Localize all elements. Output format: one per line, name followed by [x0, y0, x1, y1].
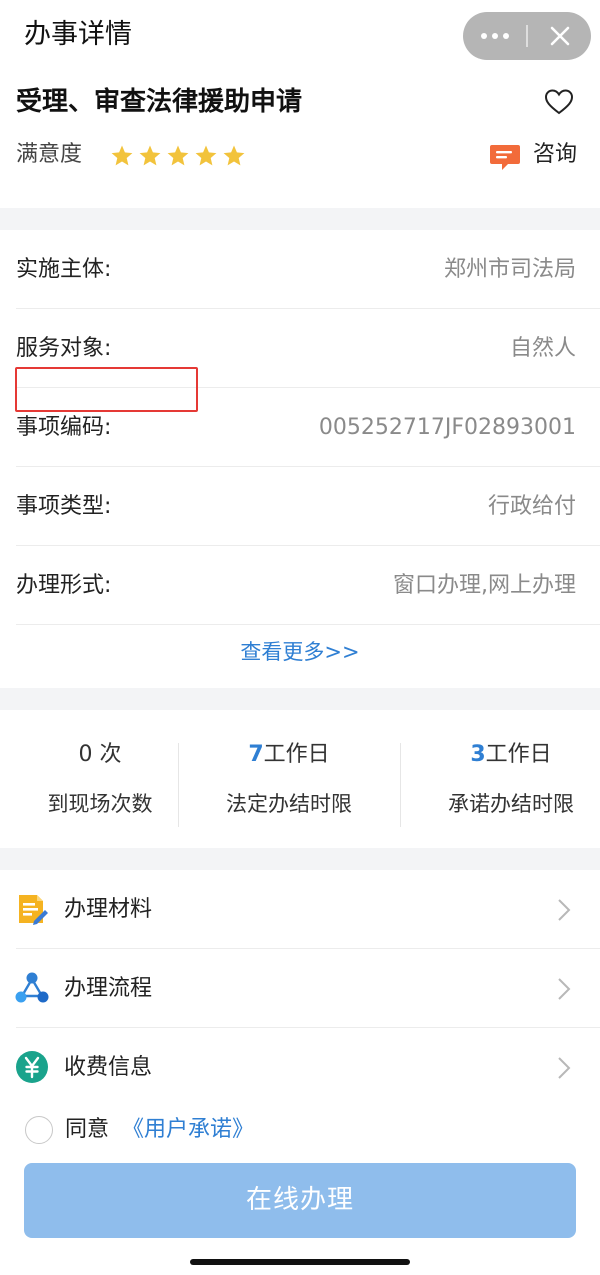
- info-value: 窗口办理,网上办理: [393, 573, 576, 598]
- chevron-right-icon: [558, 1057, 571, 1079]
- stat-desc: 法定办结时限: [226, 792, 352, 816]
- process-icon: [15, 971, 49, 1005]
- stat-desc: 到现场次数: [47, 792, 153, 816]
- stat-unit: 次: [92, 742, 122, 767]
- stat-legal-limit: 7工作日 法定办结时限: [189, 710, 389, 848]
- info-row-type: 事项类型: 行政给付: [0, 467, 600, 546]
- info-section: 实施主体: 郑州市司法局 服务对象: 自然人 事项编码: 005252717JF…: [0, 230, 600, 688]
- satisfaction-stars: [110, 144, 246, 168]
- document-icon: [15, 892, 49, 926]
- star-icon: [223, 145, 245, 166]
- more-dots-icon[interactable]: [463, 12, 526, 60]
- stat-unit: 工作日: [485, 742, 552, 767]
- online-apply-button[interactable]: 在线办理: [24, 1163, 576, 1238]
- info-value: 郑州市司法局: [443, 257, 576, 282]
- star-icon: [195, 145, 217, 166]
- menu-item-process[interactable]: 办理流程: [0, 949, 600, 1028]
- mini-program-capsule: [463, 12, 591, 60]
- info-label: 事项类型:: [16, 494, 112, 519]
- page-title: 办事详情: [24, 19, 132, 50]
- stat-number: 0: [78, 742, 93, 767]
- view-more-link[interactable]: 查看更多>>: [0, 627, 600, 677]
- close-icon[interactable]: [528, 12, 591, 60]
- info-row-subject: 实施主体: 郑州市司法局: [0, 230, 600, 309]
- star-icon: [111, 145, 133, 166]
- info-value: 行政给付: [487, 494, 576, 519]
- stats-section: 0 次 到现场次数 7工作日 法定办结时限 3工作日 承诺办结时限: [0, 710, 600, 848]
- info-row-form: 办理形式: 窗口办理,网上办理: [0, 546, 600, 625]
- heart-icon[interactable]: [543, 86, 575, 118]
- chevron-right-icon: [558, 899, 571, 921]
- stat-desc: 承诺办结时限: [448, 792, 574, 816]
- info-label: 办理形式:: [16, 573, 112, 598]
- menu-label: 收费信息: [64, 1055, 153, 1080]
- stat-promised-limit: 3工作日 承诺办结时限: [411, 710, 600, 848]
- stat-visits: 0 次 到现场次数: [0, 710, 200, 848]
- divider: [16, 624, 600, 625]
- agree-text: 同意: [65, 1117, 110, 1142]
- highlight-box: [15, 367, 198, 412]
- stat-unit: 工作日: [263, 742, 330, 767]
- home-indicator: [190, 1259, 410, 1265]
- menu-label: 办理流程: [64, 976, 153, 1001]
- stat-number: 7: [248, 742, 264, 767]
- info-label: 实施主体:: [16, 257, 112, 282]
- yuan-icon: [15, 1050, 49, 1084]
- info-value: 005252717JF02893001: [318, 415, 576, 440]
- chevron-right-icon: [558, 978, 571, 1000]
- user-commitment-link[interactable]: 《用户承诺》: [122, 1113, 254, 1147]
- stat-divider: [178, 743, 179, 827]
- item-title: 受理、审查法律援助申请: [16, 87, 303, 117]
- consult-icon[interactable]: [489, 142, 521, 172]
- stat-divider: [400, 743, 401, 827]
- agree-radio[interactable]: [25, 1116, 53, 1144]
- consult-label[interactable]: 咨询: [533, 138, 577, 172]
- star-icon: [167, 145, 189, 166]
- satisfaction-label: 满意度: [16, 142, 83, 167]
- stat-number: 3: [470, 742, 486, 767]
- menu-item-fees[interactable]: 收费信息: [0, 1028, 600, 1107]
- menu-item-materials[interactable]: 办理材料: [0, 870, 600, 949]
- info-value: 自然人: [509, 336, 576, 361]
- star-icon: [139, 145, 161, 166]
- menu-label: 办理材料: [64, 897, 153, 922]
